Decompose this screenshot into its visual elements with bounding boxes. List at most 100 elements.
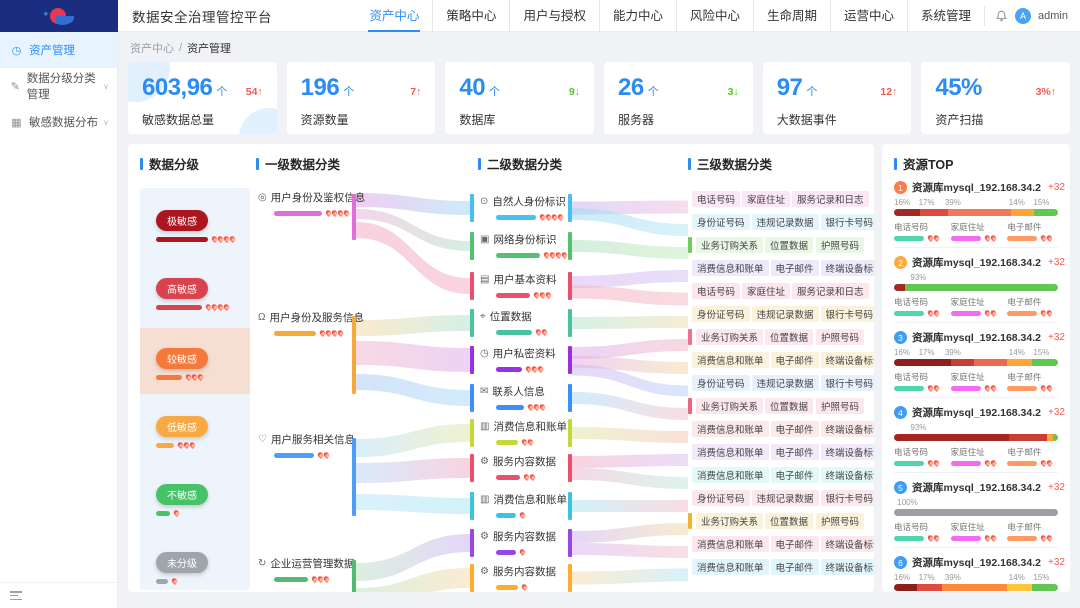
username[interactable]: admin (1038, 10, 1068, 22)
data-tag[interactable]: 电子邮件 (771, 536, 819, 552)
sankey-node[interactable] (568, 272, 572, 300)
resource-item-1[interactable]: 1资源库mysql_192.168.34.2+3216%17%39%14%15%… (894, 173, 1058, 248)
data-tag[interactable]: 身份证号码 (692, 490, 750, 506)
nav-item-3[interactable]: 用户与授权 (509, 0, 599, 32)
sidebar-item-2[interactable]: ✎数据分级分类管理∨ (0, 68, 117, 104)
sankey-node[interactable] (568, 529, 572, 557)
data-tag[interactable]: 违规记录数据 (752, 375, 819, 391)
data-tag[interactable]: 位置数据 (765, 237, 813, 253)
data-tag[interactable]: 消费信息和账单 (692, 536, 769, 552)
data-tag[interactable]: 银行卡号码 (821, 375, 874, 391)
nav-item-5[interactable]: 风险中心 (676, 0, 753, 32)
data-tag[interactable]: 电子邮件 (771, 559, 819, 575)
breadcrumb-root[interactable]: 资产中心 (130, 40, 174, 56)
nav-item-2[interactable]: 策略中心 (432, 0, 509, 32)
nav-item-7[interactable]: 运营中心 (830, 0, 907, 32)
resource-item-4[interactable]: 4资源库mysql_192.168.34.2+3293%电话号码家庭住址电子邮件 (894, 398, 1058, 473)
data-tag[interactable]: 终端设备标识 (821, 260, 874, 276)
data-tag[interactable]: 身份证号码 (692, 375, 750, 391)
data-tag[interactable]: 消费信息和账单 (692, 260, 769, 276)
data-tag[interactable]: 身份证号码 (692, 214, 750, 230)
sidebar-item-1[interactable]: ◷资产管理 (0, 32, 117, 68)
resource-item-6[interactable]: 6资源库mysql_192.168.34.2+3216%17%39%14%15%… (894, 548, 1058, 592)
grade-pill[interactable]: 较敏感 (156, 348, 208, 369)
sankey-node[interactable] (470, 272, 474, 300)
data-tag[interactable]: 违规记录数据 (752, 306, 819, 322)
data-tag[interactable]: 位置数据 (765, 329, 813, 345)
sankey-node[interactable] (568, 564, 572, 592)
sankey-node[interactable] (688, 237, 692, 253)
sankey-node[interactable] (352, 560, 356, 592)
sankey-node[interactable] (568, 384, 572, 412)
resource-item-3[interactable]: 3资源库mysql_192.168.34.2+3216%17%39%14%15%… (894, 323, 1058, 398)
sankey-node[interactable] (352, 438, 356, 516)
data-tag[interactable]: 护照号码 (816, 237, 864, 253)
sankey-node[interactable] (470, 454, 474, 482)
data-tag[interactable]: 电子邮件 (771, 260, 819, 276)
sankey-node[interactable] (568, 419, 572, 447)
resource-item-5[interactable]: 5资源库mysql_192.168.34.2+32100%电话号码家庭住址电子邮… (894, 473, 1058, 548)
data-tag[interactable]: 业务订购关系 (696, 398, 763, 414)
data-tag[interactable]: 身份证号码 (692, 306, 750, 322)
sankey-node[interactable] (470, 492, 474, 520)
data-tag[interactable]: 业务订购关系 (696, 329, 763, 345)
sankey-node[interactable] (568, 194, 572, 222)
data-tag[interactable]: 位置数据 (765, 398, 813, 414)
data-tag[interactable]: 消费信息和账单 (692, 421, 769, 437)
nav-item-1[interactable]: 资产中心 (356, 0, 432, 32)
grade-pill[interactable]: 不敏感 (156, 484, 208, 505)
data-tag[interactable]: 业务订购关系 (696, 513, 763, 529)
data-tag[interactable]: 银行卡号码 (821, 214, 874, 230)
data-tag[interactable]: 服务记录和日志 (792, 283, 869, 299)
data-tag[interactable]: 终端设备标识 (821, 559, 874, 575)
sankey-node[interactable] (470, 194, 474, 222)
sankey-node[interactable] (568, 309, 572, 337)
grade-pill[interactable]: 低敏感 (156, 416, 208, 437)
bell-icon[interactable] (995, 9, 1008, 23)
data-tag[interactable]: 护照号码 (816, 329, 864, 345)
data-tag[interactable]: 消费信息和账单 (692, 559, 769, 575)
data-tag[interactable]: 电话号码 (692, 191, 740, 207)
data-tag[interactable]: 护照号码 (816, 513, 864, 529)
data-tag[interactable]: 消费信息和账单 (692, 352, 769, 368)
sankey-node[interactable] (470, 309, 474, 337)
data-tag[interactable]: 电话号码 (692, 283, 740, 299)
sankey-node[interactable] (688, 398, 692, 414)
sankey-node[interactable] (470, 419, 474, 447)
grade-pill[interactable]: 未分级 (156, 552, 208, 573)
avatar[interactable]: A (1015, 8, 1031, 24)
data-tag[interactable]: 位置数据 (765, 513, 813, 529)
sankey-node[interactable] (470, 564, 474, 592)
sankey-node[interactable] (568, 346, 572, 374)
data-tag[interactable]: 银行卡号码 (821, 306, 874, 322)
data-tag[interactable]: 电子邮件 (771, 444, 819, 460)
data-tag[interactable]: 终端设备标识 (821, 467, 874, 483)
sankey-node[interactable] (470, 529, 474, 557)
data-tag[interactable]: 终端设备标识 (821, 421, 874, 437)
data-tag[interactable]: 服务记录和日志 (792, 191, 869, 207)
nav-item-6[interactable]: 生命周期 (753, 0, 830, 32)
sankey-node[interactable] (568, 492, 572, 520)
data-tag[interactable]: 消费信息和账单 (692, 444, 769, 460)
data-tag[interactable]: 消费信息和账单 (692, 467, 769, 483)
sankey-node[interactable] (352, 194, 356, 240)
resource-item-2[interactable]: 2资源库mysql_192.168.34.2+3293%电话号码家庭住址电子邮件 (894, 248, 1058, 323)
sankey-node[interactable] (352, 316, 356, 394)
sankey-node[interactable] (568, 454, 572, 482)
sankey-node[interactable] (688, 513, 692, 529)
data-tag[interactable]: 违规记录数据 (752, 490, 819, 506)
data-tag[interactable]: 电子邮件 (771, 421, 819, 437)
data-tag[interactable]: 电子邮件 (771, 352, 819, 368)
data-tag[interactable]: 终端设备标识 (821, 352, 874, 368)
data-tag[interactable]: 终端设备标识 (821, 536, 874, 552)
data-tag[interactable]: 终端设备标识 (821, 444, 874, 460)
sankey-node[interactable] (470, 384, 474, 412)
data-tag[interactable]: 护照号码 (816, 398, 864, 414)
data-tag[interactable]: 家庭住址 (742, 283, 790, 299)
collapse-sidebar-icon[interactable] (10, 591, 22, 600)
data-tag[interactable]: 违规记录数据 (752, 214, 819, 230)
sankey-node[interactable] (568, 232, 572, 260)
sankey-node[interactable] (470, 232, 474, 260)
sidebar-item-3[interactable]: ▦敏感数据分布∨ (0, 104, 117, 140)
data-tag[interactable]: 业务订购关系 (696, 237, 763, 253)
